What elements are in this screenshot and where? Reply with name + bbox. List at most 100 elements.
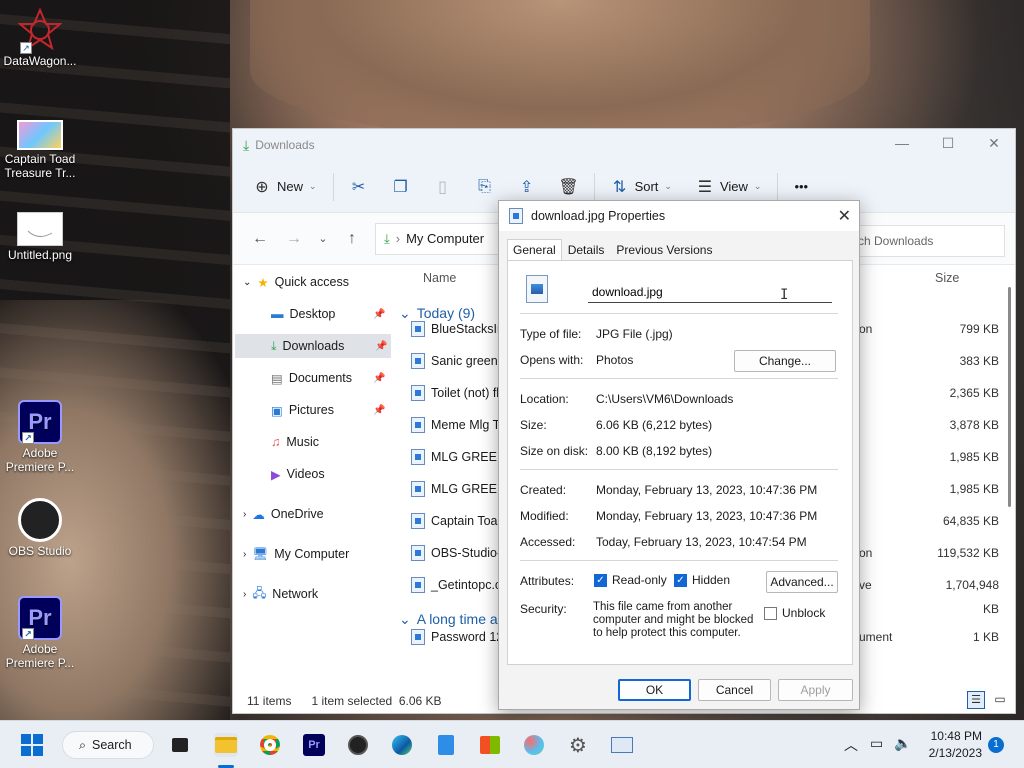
ok-button[interactable]: OK <box>618 679 691 701</box>
group-label: A long time a <box>416 611 498 627</box>
close-button[interactable]: ✕ <box>971 135 1017 152</box>
tiles-view-icon[interactable]: ▭ <box>991 691 1009 709</box>
table-row[interactable]: BlueStacksIns <box>411 317 510 341</box>
nav-videos[interactable]: ▶ Videos <box>271 462 325 486</box>
filename-field[interactable] <box>588 281 832 303</box>
table-row[interactable]: Toilet (not) fl <box>411 381 499 405</box>
premiere-icon: Pr <box>303 734 325 756</box>
clock-date[interactable]: 2/13/2023 <box>924 746 982 760</box>
hidden-checkbox[interactable]: ✓ Hidden <box>674 573 730 587</box>
desktop-icon-datawagon[interactable]: ↗ DataWagon... <box>0 7 80 68</box>
up-arrow-icon[interactable]: ↑ <box>335 230 369 248</box>
nav-quick-access[interactable]: ⌄ ★ Quick access <box>243 270 349 294</box>
readonly-checkbox[interactable]: ✓ Read-only <box>594 573 667 587</box>
back-arrow-icon[interactable]: ← <box>243 230 277 248</box>
copy-button[interactable]: ❐ <box>384 171 418 203</box>
tab-general[interactable]: General <box>507 239 562 262</box>
nav-documents[interactable]: ▤ Documents 📌 <box>271 366 391 390</box>
sort-button[interactable]: ⇅ Sort ⌄ <box>603 171 680 203</box>
opens-with-value: Photos <box>596 353 634 367</box>
view-button[interactable]: ☰ View ⌄ <box>688 171 770 203</box>
new-button[interactable]: ⊕ New ⌄ <box>245 171 325 203</box>
scrollbar-thumb[interactable] <box>1008 287 1011 507</box>
taskbar-search[interactable]: ⌕ Search <box>62 731 154 759</box>
network-monitor-icon[interactable]: ▭ <box>870 735 883 752</box>
chevron-down-icon: ⌄ <box>243 276 252 288</box>
chevron-up-icon[interactable]: ︿ <box>844 735 858 755</box>
clock-time[interactable]: 10:48 PM <box>930 729 982 743</box>
delete-button[interactable]: 🗑 <box>552 171 586 203</box>
store-bag-icon <box>480 736 500 754</box>
tab-details[interactable]: Details <box>562 239 611 262</box>
forward-arrow-icon[interactable]: → <box>277 230 311 248</box>
taskbar-obs[interactable] <box>346 733 370 757</box>
rename-button[interactable]: ⎘ <box>468 171 502 203</box>
speaker-icon[interactable]: 🔈 <box>894 735 911 752</box>
taskbar-file-explorer[interactable] <box>214 733 238 757</box>
taskbar-notepad[interactable] <box>434 733 458 757</box>
advanced-button[interactable]: Advanced... <box>766 571 838 593</box>
vertical-scrollbar[interactable] <box>1005 279 1013 679</box>
download-arrow-icon: ⤓ <box>384 230 390 246</box>
nav-onedrive[interactable]: › ☁ OneDrive <box>243 502 324 526</box>
cut-button[interactable]: ✂ <box>342 171 376 203</box>
nav-music[interactable]: ♫ Music <box>271 430 319 454</box>
cancel-button[interactable]: Cancel <box>698 679 771 701</box>
chevron-down-icon: ⌄ <box>753 181 762 191</box>
apply-button[interactable]: Apply <box>778 679 853 701</box>
table-row[interactable]: Captain Toad <box>411 509 504 533</box>
column-header-name[interactable]: Name <box>423 271 456 285</box>
address-bar[interactable]: ⤓ › My Computer <box>375 222 503 255</box>
share-button[interactable]: ⇪ <box>510 171 544 203</box>
nav-pictures[interactable]: ▣ Pictures 📌 <box>271 398 391 422</box>
taskbar-paint[interactable] <box>522 733 546 757</box>
security-text: This file came from another computer and… <box>593 601 754 639</box>
taskbar-settings[interactable]: ⚙ <box>566 733 590 757</box>
taskbar-premiere[interactable]: Pr <box>302 733 326 757</box>
nav-my-computer[interactable]: › 🖥 My Computer <box>243 542 349 566</box>
taskbar-chrome[interactable] <box>258 733 282 757</box>
table-row[interactable]: OBS-Studio-2 <box>411 541 508 565</box>
tab-previous-versions[interactable]: Previous Versions <box>610 239 718 262</box>
task-view-button[interactable] <box>168 733 192 757</box>
table-row[interactable]: Meme Mlg Tr <box>411 413 504 437</box>
desktop-icon-premiere-2[interactable]: Pr ↗ Adobe Premiere P... <box>0 596 80 670</box>
file-size: 799 KB <box>959 322 999 336</box>
nav-downloads[interactable]: ⤓ Downloads 📌 <box>235 334 391 358</box>
nav-network[interactable]: › 🖧 Network <box>243 582 318 606</box>
dialog-titlebar[interactable]: download.jpg Properties ✕ <box>499 201 859 231</box>
unblock-checkbox[interactable]: Unblock <box>764 606 825 620</box>
desktop-icon-premiere-1[interactable]: Pr ↗ Adobe Premiere P... <box>0 400 80 474</box>
paste-button[interactable]: ▯ <box>426 171 460 203</box>
explorer-titlebar[interactable]: ⤓ Downloads — ☐ ✕ <box>233 129 1015 161</box>
notification-badge[interactable]: 1 <box>988 737 1004 753</box>
more-options-button[interactable]: ••• <box>786 171 816 203</box>
search-input[interactable]: rch Downloads <box>845 225 1005 257</box>
change-button[interactable]: Change... <box>734 350 836 372</box>
close-icon[interactable]: ✕ <box>838 206 851 226</box>
music-icon: ♫ <box>271 435 281 449</box>
table-row[interactable]: Sanic green s <box>411 349 507 373</box>
column-header-size[interactable]: Size <box>935 271 959 285</box>
nav-desktop[interactable]: ▬ Desktop 📌 <box>271 302 391 326</box>
image-file-icon <box>17 212 63 246</box>
desktop-icon-obs[interactable]: OBS Studio <box>0 498 80 558</box>
file-icon <box>411 629 425 645</box>
cloud-icon: ☁ <box>252 507 265 522</box>
taskbar-resource-monitor[interactable] <box>610 733 634 757</box>
group-header-long-ago[interactable]: ⌄ A long time a <box>399 607 498 631</box>
modified-value: Monday, February 13, 2023, 10:47:36 PM <box>596 509 818 523</box>
file-size: 64,835 KB <box>942 514 999 528</box>
start-button[interactable] <box>20 733 44 757</box>
maximize-button[interactable]: ☐ <box>925 135 971 152</box>
recent-locations-chevron-icon[interactable]: ⌄ <box>311 232 335 245</box>
details-view-icon[interactable]: ☰ <box>967 691 985 709</box>
taskbar-store[interactable] <box>478 733 502 757</box>
minimize-button[interactable]: — <box>879 135 925 151</box>
desktop-icon-captain-toad[interactable]: Captain Toad Treasure Tr... <box>0 120 80 180</box>
taskbar-edge[interactable] <box>390 733 414 757</box>
properties-dialog[interactable]: download.jpg Properties ✕ General Detail… <box>498 200 860 710</box>
breadcrumb[interactable]: My Computer <box>406 231 484 246</box>
checkmark-icon: ✓ <box>594 573 607 587</box>
desktop-icon-untitled[interactable]: Untitled.png <box>0 212 80 262</box>
